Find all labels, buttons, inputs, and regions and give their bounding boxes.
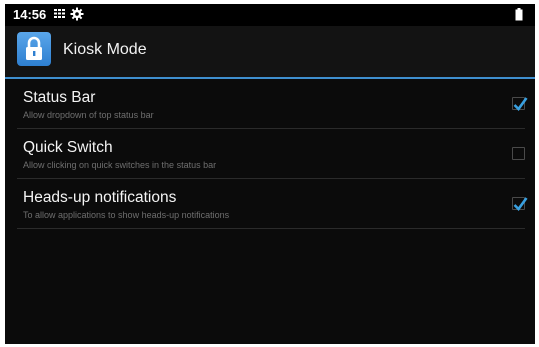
setting-summary: Allow clicking on quick switches in the … [23, 160, 217, 170]
notification-grid-icon [53, 7, 67, 25]
setting-quick-switch[interactable]: Quick Switch Allow clicking on quick swi… [5, 129, 535, 179]
status-bar[interactable]: 14:56 [5, 4, 535, 26]
setting-title: Quick Switch [23, 139, 113, 156]
app-bar: Kiosk Mode [5, 26, 535, 77]
quick-switch-checkbox[interactable] [512, 147, 525, 160]
setting-status-bar[interactable]: Status Bar Allow dropdown of top status … [5, 79, 535, 129]
lock-app-icon[interactable] [17, 32, 51, 66]
heads-up-notifications-checkbox[interactable] [512, 197, 528, 211]
setting-title: Status Bar [23, 89, 96, 106]
divider [17, 228, 525, 229]
setting-summary: Allow dropdown of top status bar [23, 110, 154, 120]
android-screen: 14:56 Kiosk Mode Status Bar Allow dropdo… [5, 4, 535, 344]
status-time: 14:56 [13, 7, 47, 22]
setting-title: Heads-up notifications [23, 189, 177, 206]
battery-icon [515, 8, 523, 26]
setting-heads-up-notifications[interactable]: Heads-up notifications To allow applicat… [5, 179, 535, 229]
status-bar-checkbox[interactable] [512, 97, 528, 111]
setting-summary: To allow applications to show heads-up n… [23, 210, 230, 220]
checkmark-icon [513, 97, 528, 111]
checkmark-icon [513, 197, 528, 211]
settings-gear-icon [70, 7, 84, 26]
page-title: Kiosk Mode [63, 41, 147, 58]
